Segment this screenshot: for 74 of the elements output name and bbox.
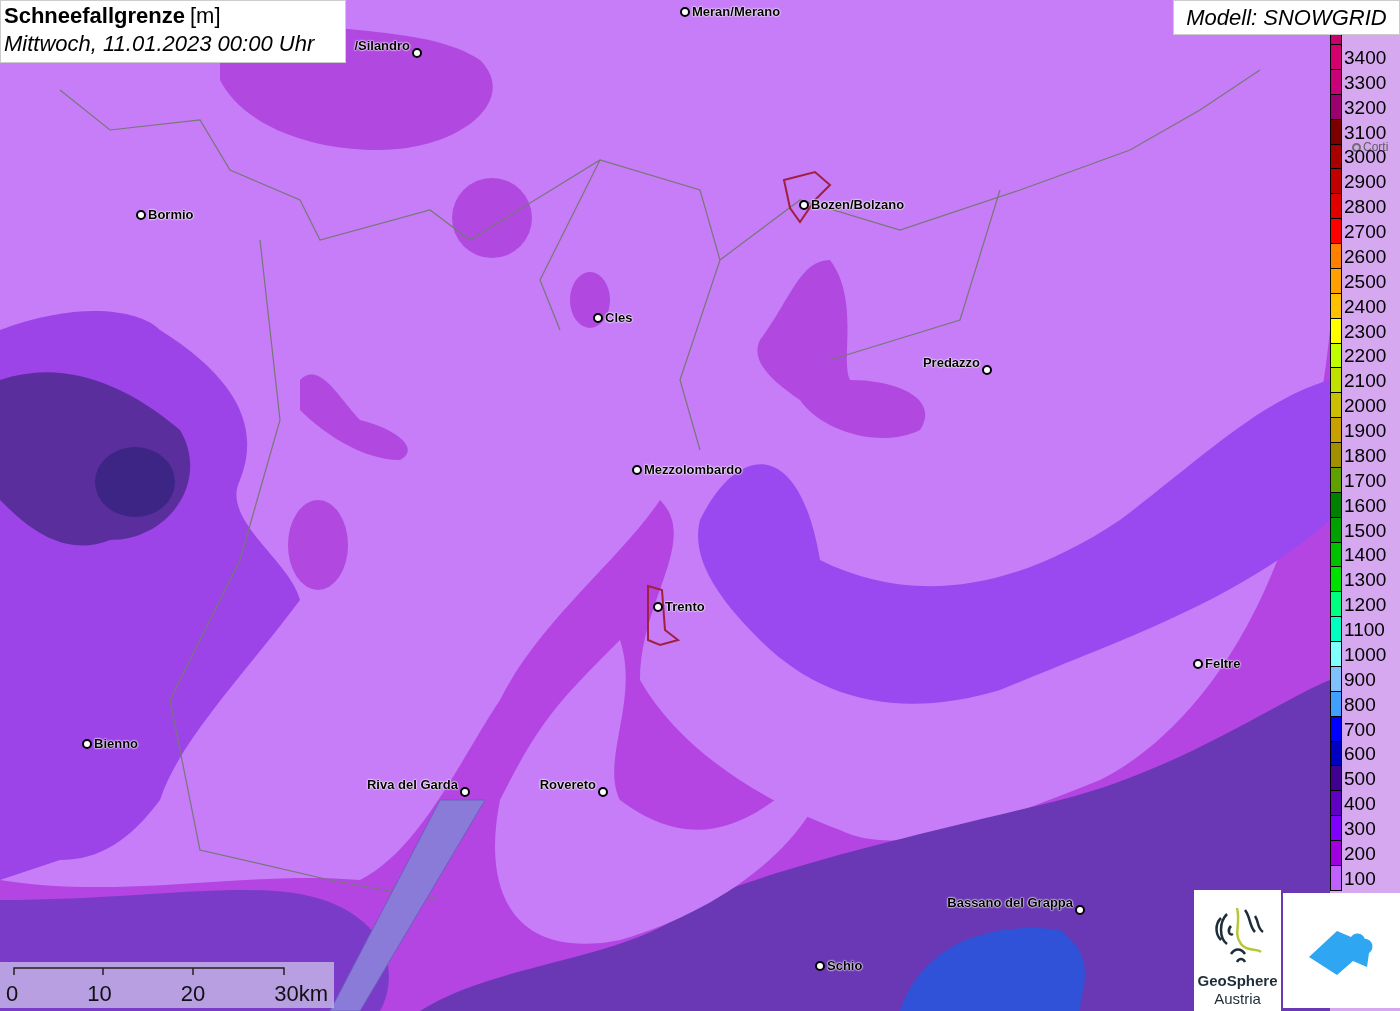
legend-value: 3100 xyxy=(1344,123,1387,141)
legend-value: 3200 xyxy=(1344,98,1387,116)
city-label: Bormio xyxy=(148,207,194,222)
city-label: /Silandro xyxy=(354,38,410,53)
scale-label: 20 xyxy=(180,981,206,1007)
city-label: Feltre xyxy=(1205,656,1241,671)
legend-value: 2100 xyxy=(1344,372,1387,390)
legend-value: 2700 xyxy=(1344,223,1387,241)
legend-value: 2400 xyxy=(1344,297,1387,315)
city-marker-icon xyxy=(82,738,92,749)
city-marker-icon xyxy=(460,787,470,797)
legend-value: 1000 xyxy=(1344,645,1387,663)
city-marker-icon xyxy=(136,209,146,220)
legend-value: 300 xyxy=(1344,820,1376,838)
scale-label: 0 xyxy=(6,981,19,1007)
unit-label: [m] xyxy=(189,3,221,29)
scale-label: 30km xyxy=(274,981,328,1007)
legend-value: 1800 xyxy=(1344,446,1387,464)
legend-value: 2600 xyxy=(1344,247,1387,265)
scale-label: 10 xyxy=(87,981,112,1007)
legend-value: 2500 xyxy=(1344,272,1387,290)
city-marker-icon xyxy=(815,960,825,971)
legend-value: 1400 xyxy=(1344,546,1387,564)
scale-ruler-icon xyxy=(13,967,285,975)
legend-value: 800 xyxy=(1344,695,1376,713)
legend-value: 600 xyxy=(1344,745,1376,763)
legend-value: 3400 xyxy=(1344,48,1387,66)
city-label: Riva del Garda xyxy=(366,777,458,792)
legend-value: 400 xyxy=(1344,795,1376,813)
legend-value: 100 xyxy=(1344,869,1376,887)
city-marker-icon xyxy=(799,199,809,210)
legend-value: 1200 xyxy=(1344,596,1387,614)
city-label: Predazzo xyxy=(922,355,980,370)
legend-value: 2300 xyxy=(1344,322,1387,340)
legend-value: 500 xyxy=(1344,770,1376,788)
legend-value: 1100 xyxy=(1344,621,1385,639)
city-marker-icon xyxy=(412,48,422,58)
city-label: Cles xyxy=(605,310,633,325)
legend-value: 2000 xyxy=(1344,397,1387,415)
legend-value: 700 xyxy=(1344,720,1376,738)
model-label: Modell: SNOWGRID xyxy=(1173,0,1400,35)
date-label: Mittwoch, 11.01.2023 00:00 Uhr xyxy=(4,30,316,58)
city-marker-icon xyxy=(593,312,603,323)
map-title: Schneefallgrenze xyxy=(4,3,185,29)
city-label: Schio xyxy=(827,958,863,973)
city-marker-icon xyxy=(653,601,663,612)
legend-value: 2800 xyxy=(1344,198,1387,216)
city-label: Bassano del Grappa xyxy=(947,895,1073,910)
legend-value: 1600 xyxy=(1344,496,1387,514)
city-label: Bienno xyxy=(94,736,139,751)
legend-value: 3300 xyxy=(1344,73,1387,91)
legend-value: 2200 xyxy=(1344,347,1387,365)
legend-value: 900 xyxy=(1344,670,1376,688)
city-label: Meran/Merano xyxy=(692,4,781,19)
logo-subname: Austria xyxy=(1214,990,1261,1008)
legend-value: 1300 xyxy=(1344,571,1387,589)
legend-value: 200 xyxy=(1344,844,1376,862)
city-label: Rovereto xyxy=(539,777,596,792)
city-label: Trento xyxy=(665,599,705,614)
city-marker-icon xyxy=(1352,143,1361,152)
city-marker-icon xyxy=(1075,905,1085,915)
legend-value: 2900 xyxy=(1344,173,1387,191)
city-marker-icon xyxy=(982,365,992,375)
city-label: Mezzolombardo xyxy=(644,462,743,477)
legend-value: 1900 xyxy=(1344,422,1387,440)
city-label: Bozen/Bolzano xyxy=(811,197,905,212)
logo-name: GeoSphere xyxy=(1197,972,1278,990)
city-marker-icon xyxy=(598,787,608,797)
city-marker-icon xyxy=(632,464,642,475)
legend-value: 1700 xyxy=(1344,471,1387,489)
legend-swatch xyxy=(1330,35,1342,45)
city-marker-icon xyxy=(1193,658,1203,669)
city-marker-icon xyxy=(680,6,690,17)
legend-value: 1500 xyxy=(1344,521,1387,539)
